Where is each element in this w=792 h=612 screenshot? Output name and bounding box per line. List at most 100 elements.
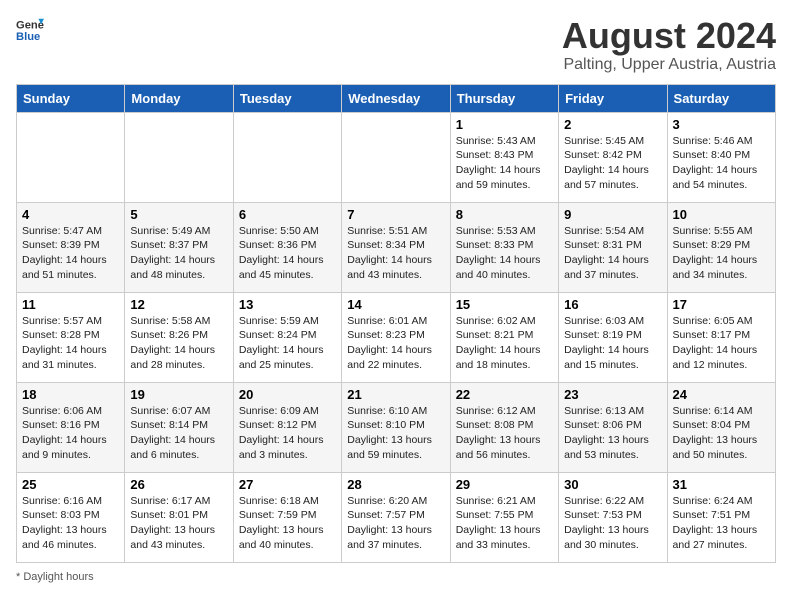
day-cell: 2 Sunrise: 5:45 AM Sunset: 8:42 PM Daylig… [559,112,667,202]
day-info: Sunrise: 6:24 AM Sunset: 7:51 PM Dayligh… [673,494,770,553]
day-cell: 15Sunrise: 6:02 AM Sunset: 8:21 PM Dayli… [450,292,558,382]
page-header: General Blue August 2024 Palting, Upper … [16,16,776,74]
day-info: Sunrise: 5:57 AM Sunset: 8:28 PM Dayligh… [22,314,119,373]
footer-note-text: Daylight hours [23,571,93,583]
day-cell: 29 Sunrise: 6:21 AM Sunset: 7:55 PM Dayli… [450,472,558,562]
day-cell: 9 Sunrise: 5:54 AM Sunset: 8:31 PM Daylig… [559,202,667,292]
day-number: 12 [130,297,227,312]
day-info: Sunrise: 6:02 AM Sunset: 8:21 PM Dayligh… [456,314,553,373]
day-number: 2 [564,117,661,132]
day-cell: 5 Sunrise: 5:49 AM Sunset: 8:37 PM Daylig… [125,202,233,292]
day-cell: 21 Sunrise: 6:10 AM Sunset: 8:10 PM Dayli… [342,382,450,472]
day-number: 10 [673,207,770,222]
day-info: Sunrise: 6:16 AM Sunset: 8:03 PM Dayligh… [22,494,119,553]
day-header-sunday: Sunday [17,84,125,112]
day-cell: 8 Sunrise: 5:53 AM Sunset: 8:33 PM Daylig… [450,202,558,292]
day-header-tuesday: Tuesday [233,84,341,112]
logo-icon: General Blue [16,16,44,44]
day-number: 9 [564,207,661,222]
day-info: Sunrise: 6:22 AM Sunset: 7:53 PM Dayligh… [564,494,661,553]
calendar-subtitle: Palting, Upper Austria, Austria [562,56,776,74]
calendar-table: SundayMondayTuesdayWednesdayThursdayFrid… [16,84,776,563]
week-row-2: 4 Sunrise: 5:47 AM Sunset: 8:39 PM Daylig… [17,202,776,292]
day-number: 6 [239,207,336,222]
day-info: Sunrise: 5:51 AM Sunset: 8:34 PM Dayligh… [347,224,444,283]
day-cell [125,112,233,202]
day-info: Sunrise: 5:59 AM Sunset: 8:24 PM Dayligh… [239,314,336,373]
day-info: Sunrise: 5:46 AM Sunset: 8:40 PM Dayligh… [673,134,770,193]
day-cell: 3Sunrise: 5:46 AM Sunset: 8:40 PM Daylig… [667,112,775,202]
day-cell: 28 Sunrise: 6:20 AM Sunset: 7:57 PM Dayli… [342,472,450,562]
day-info: Sunrise: 6:03 AM Sunset: 8:19 PM Dayligh… [564,314,661,373]
day-info: Sunrise: 5:45 AM Sunset: 8:42 PM Dayligh… [564,134,661,193]
day-cell: 27Sunrise: 6:18 AM Sunset: 7:59 PM Dayli… [233,472,341,562]
day-info: Sunrise: 5:47 AM Sunset: 8:39 PM Dayligh… [22,224,119,283]
day-info: Sunrise: 5:49 AM Sunset: 8:37 PM Dayligh… [130,224,227,283]
day-number: 1 [456,117,553,132]
day-number: 8 [456,207,553,222]
day-info: Sunrise: 6:01 AM Sunset: 8:23 PM Dayligh… [347,314,444,373]
day-info: Sunrise: 6:10 AM Sunset: 8:10 PM Dayligh… [347,404,444,463]
day-number: 25 [22,477,119,492]
day-info: Sunrise: 6:20 AM Sunset: 7:57 PM Dayligh… [347,494,444,553]
day-cell: 20Sunrise: 6:09 AM Sunset: 8:12 PM Dayli… [233,382,341,472]
day-number: 19 [130,387,227,402]
day-cell: 22 Sunrise: 6:12 AM Sunset: 8:08 PM Dayli… [450,382,558,472]
day-info: Sunrise: 5:53 AM Sunset: 8:33 PM Dayligh… [456,224,553,283]
day-cell: 13Sunrise: 5:59 AM Sunset: 8:24 PM Dayli… [233,292,341,382]
day-cell: 19Sunrise: 6:07 AM Sunset: 8:14 PM Dayli… [125,382,233,472]
day-info: Sunrise: 5:43 AM Sunset: 8:43 PM Dayligh… [456,134,553,193]
day-cell: 10 Sunrise: 5:55 AM Sunset: 8:29 PM Dayli… [667,202,775,292]
day-info: Sunrise: 6:13 AM Sunset: 8:06 PM Dayligh… [564,404,661,463]
day-cell: 6 Sunrise: 5:50 AM Sunset: 8:36 PM Daylig… [233,202,341,292]
day-number: 30 [564,477,661,492]
day-number: 26 [130,477,227,492]
day-number: 31 [673,477,770,492]
day-number: 23 [564,387,661,402]
day-cell: 17 Sunrise: 6:05 AM Sunset: 8:17 PM Dayli… [667,292,775,382]
day-header-thursday: Thursday [450,84,558,112]
day-cell: 14 Sunrise: 6:01 AM Sunset: 8:23 PM Dayli… [342,292,450,382]
day-cell [17,112,125,202]
week-row-4: 18Sunrise: 6:06 AM Sunset: 8:16 PM Dayli… [17,382,776,472]
title-area: August 2024 Palting, Upper Austria, Aust… [562,16,776,74]
day-number: 11 [22,297,119,312]
day-info: Sunrise: 5:54 AM Sunset: 8:31 PM Dayligh… [564,224,661,283]
day-header-monday: Monday [125,84,233,112]
day-cell: 11 Sunrise: 5:57 AM Sunset: 8:28 PM Dayli… [17,292,125,382]
day-header-friday: Friday [559,84,667,112]
svg-text:Blue: Blue [16,31,40,43]
day-number: 16 [564,297,661,312]
day-cell [342,112,450,202]
day-info: Sunrise: 6:05 AM Sunset: 8:17 PM Dayligh… [673,314,770,373]
day-cell: 31 Sunrise: 6:24 AM Sunset: 7:51 PM Dayli… [667,472,775,562]
day-info: Sunrise: 6:12 AM Sunset: 8:08 PM Dayligh… [456,404,553,463]
day-number: 5 [130,207,227,222]
day-info: Sunrise: 5:55 AM Sunset: 8:29 PM Dayligh… [673,224,770,283]
day-number: 24 [673,387,770,402]
day-cell: 18Sunrise: 6:06 AM Sunset: 8:16 PM Dayli… [17,382,125,472]
week-row-5: 25 Sunrise: 6:16 AM Sunset: 8:03 PM Dayli… [17,472,776,562]
day-number: 29 [456,477,553,492]
day-info: Sunrise: 6:14 AM Sunset: 8:04 PM Dayligh… [673,404,770,463]
day-number: 21 [347,387,444,402]
day-header-saturday: Saturday [667,84,775,112]
day-number: 17 [673,297,770,312]
day-info: Sunrise: 5:50 AM Sunset: 8:36 PM Dayligh… [239,224,336,283]
day-cell [233,112,341,202]
day-number: 14 [347,297,444,312]
footer-note: * Daylight hours [16,571,776,583]
day-info: Sunrise: 6:06 AM Sunset: 8:16 PM Dayligh… [22,404,119,463]
day-cell: 30 Sunrise: 6:22 AM Sunset: 7:53 PM Dayli… [559,472,667,562]
day-info: Sunrise: 6:21 AM Sunset: 7:55 PM Dayligh… [456,494,553,553]
day-cell: 12Sunrise: 5:58 AM Sunset: 8:26 PM Dayli… [125,292,233,382]
day-number: 28 [347,477,444,492]
day-cell: 7 Sunrise: 5:51 AM Sunset: 8:34 PM Daylig… [342,202,450,292]
logo: General Blue [16,16,44,44]
day-number: 22 [456,387,553,402]
day-number: 7 [347,207,444,222]
day-number: 4 [22,207,119,222]
day-info: Sunrise: 6:18 AM Sunset: 7:59 PM Dayligh… [239,494,336,553]
day-info: Sunrise: 6:09 AM Sunset: 8:12 PM Dayligh… [239,404,336,463]
day-cell: 1 Sunrise: 5:43 AM Sunset: 8:43 PM Daylig… [450,112,558,202]
